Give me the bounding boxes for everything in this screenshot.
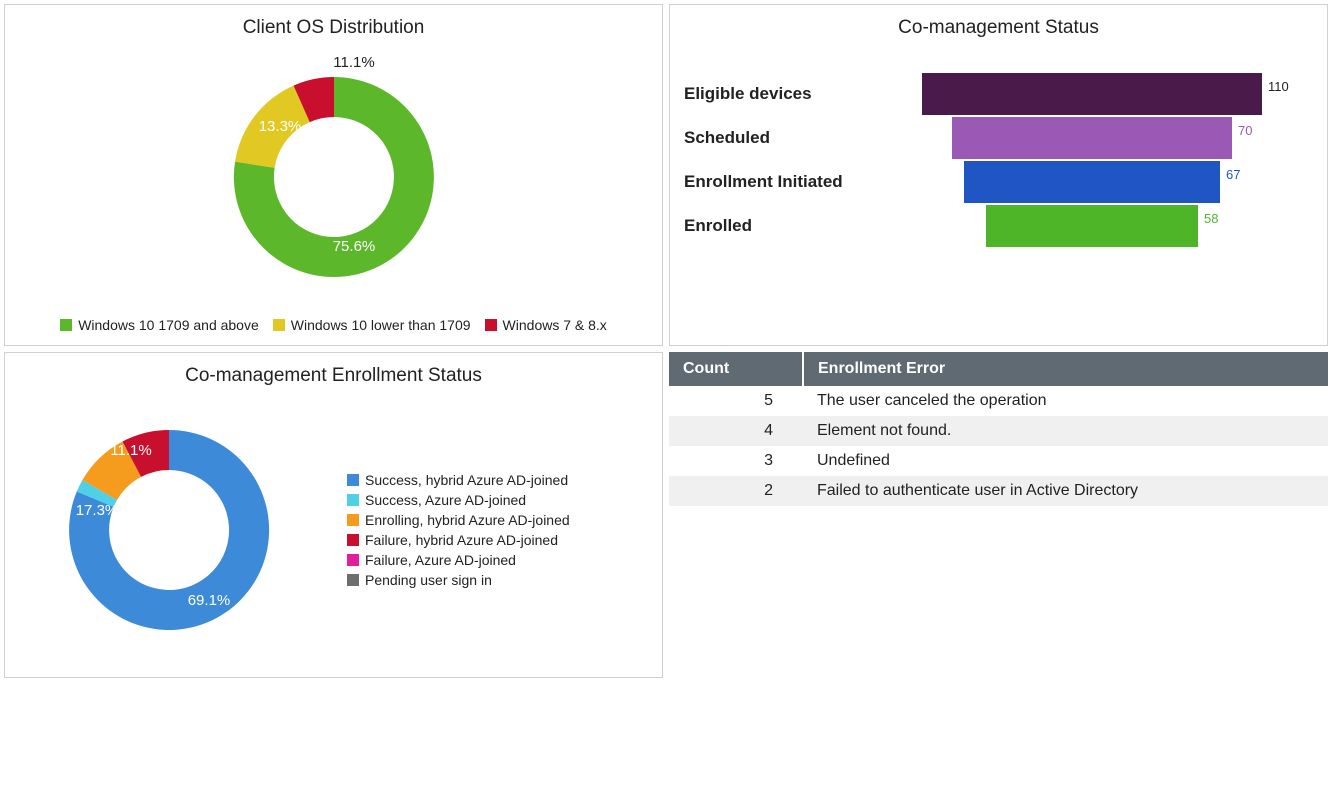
cell-error: Undefined (803, 446, 1328, 476)
cell-count: 2 (669, 476, 803, 506)
swatch-icon (347, 474, 359, 486)
col-count: Count (669, 352, 803, 386)
slice-label: 75.6% (332, 238, 375, 255)
legend-item: Pending user sign in (347, 572, 570, 588)
funnel-bar (952, 117, 1232, 159)
funnel-value: 70 (1238, 123, 1252, 138)
legend-label: Failure, Azure AD-joined (365, 552, 516, 568)
funnel-bar (964, 161, 1220, 203)
legend: Windows 10 1709 and above Windows 10 low… (60, 317, 607, 333)
slice-label: 13.3% (258, 118, 301, 135)
funnel-value: 58 (1204, 211, 1218, 226)
dashboard-grid: Client OS Distribution 75.6% 11.1% 13.3%… (0, 0, 1332, 682)
cell-error: Element not found. (803, 416, 1328, 446)
error-table: Count Enrollment Error 5 The user cancel… (669, 352, 1328, 506)
donut-os-distribution: 75.6% 11.1% 13.3% (184, 47, 484, 307)
panel-title: Co-management Status (684, 17, 1313, 39)
swatch-icon (347, 554, 359, 566)
swatch-icon (347, 514, 359, 526)
swatch-icon (485, 319, 497, 331)
funnel-row: Eligible devices 110 (684, 73, 1313, 115)
legend-item: Success, hybrid Azure AD-joined (347, 472, 570, 488)
funnel-value: 67 (1226, 167, 1240, 182)
funnel-bar (922, 73, 1262, 115)
legend-label: Failure, hybrid Azure AD-joined (365, 532, 558, 548)
funnel-label: Enrolled (684, 216, 922, 236)
panel-title: Co-management Enrollment Status (19, 365, 648, 387)
legend-item: Success, Azure AD-joined (347, 492, 570, 508)
funnel-bar-area: 58 (922, 205, 1282, 247)
swatch-icon (60, 319, 72, 331)
table-header-row: Count Enrollment Error (669, 352, 1328, 386)
donut-enrollment-status: 69.1% 11.1% 17.3% (19, 395, 319, 665)
legend: Success, hybrid Azure AD-joined Success,… (347, 472, 570, 588)
legend-item: Failure, hybrid Azure AD-joined (347, 532, 570, 548)
funnel-bar-area: 70 (922, 117, 1282, 159)
panel-title: Client OS Distribution (19, 17, 648, 39)
cell-error: The user canceled the operation (803, 386, 1328, 416)
funnel-row: Scheduled 70 (684, 117, 1313, 159)
table-row: 2 Failed to authenticate user in Active … (669, 476, 1328, 506)
cell-count: 4 (669, 416, 803, 446)
funnel-label: Scheduled (684, 128, 922, 148)
slice-label: 17.3% (76, 502, 119, 519)
slice-label: 11.1% (333, 54, 374, 71)
slice-label: 69.1% (188, 592, 231, 609)
panel-enrollment-status: Co-management Enrollment Status 69.1% 11… (4, 352, 663, 678)
slice-label: 11.1% (110, 442, 151, 459)
swatch-icon (347, 494, 359, 506)
legend-label: Enrolling, hybrid Azure AD-joined (365, 512, 570, 528)
cell-count: 3 (669, 446, 803, 476)
funnel-label: Eligible devices (684, 84, 922, 104)
funnel-row: Enrolled 58 (684, 205, 1313, 247)
legend-item: Windows 7 & 8.x (485, 317, 607, 333)
legend-item: Failure, Azure AD-joined (347, 552, 570, 568)
funnel-bar-area: 67 (922, 161, 1282, 203)
swatch-icon (347, 534, 359, 546)
legend-label: Success, hybrid Azure AD-joined (365, 472, 568, 488)
funnel-chart: Eligible devices 110 Scheduled 70 Enroll… (684, 73, 1313, 247)
cell-error: Failed to authenticate user in Active Di… (803, 476, 1328, 506)
legend-label: Success, Azure AD-joined (365, 492, 526, 508)
funnel-row: Enrollment Initiated 67 (684, 161, 1313, 203)
table-row: 3 Undefined (669, 446, 1328, 476)
panel-os-distribution: Client OS Distribution 75.6% 11.1% 13.3%… (4, 4, 663, 346)
legend-label: Windows 7 & 8.x (503, 317, 607, 333)
panel-comgmt-status: Co-management Status Eligible devices 11… (669, 4, 1328, 346)
legend-label: Pending user sign in (365, 572, 492, 588)
table-row: 4 Element not found. (669, 416, 1328, 446)
legend-item: Windows 10 1709 and above (60, 317, 259, 333)
legend-label: Windows 10 1709 and above (78, 317, 259, 333)
cell-count: 5 (669, 386, 803, 416)
funnel-bar (986, 205, 1198, 247)
col-error: Enrollment Error (803, 352, 1328, 386)
funnel-value: 110 (1268, 79, 1289, 94)
swatch-icon (273, 319, 285, 331)
legend-label: Windows 10 lower than 1709 (291, 317, 471, 333)
table-row: 5 The user canceled the operation (669, 386, 1328, 416)
funnel-bar-area: 110 (922, 73, 1282, 115)
legend-item: Windows 10 lower than 1709 (273, 317, 471, 333)
funnel-label: Enrollment Initiated (684, 172, 922, 192)
swatch-icon (347, 574, 359, 586)
panel-enrollment-errors: Count Enrollment Error 5 The user cancel… (669, 352, 1328, 678)
legend-item: Enrolling, hybrid Azure AD-joined (347, 512, 570, 528)
